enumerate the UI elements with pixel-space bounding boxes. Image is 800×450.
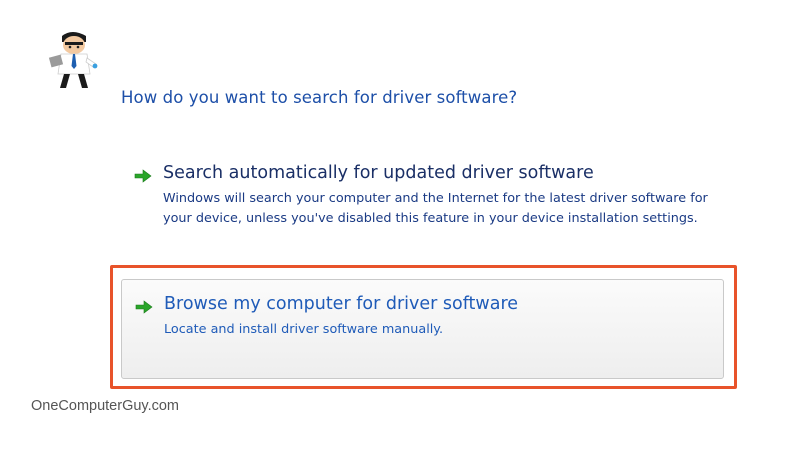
option-description: Windows will search your computer and th… [163,191,708,226]
dialog-question-heading: How do you want to search for driver sof… [121,88,518,107]
green-arrow-icon [135,300,153,314]
browse-my-computer-option[interactable]: Browse my computer for driver software L… [121,279,724,379]
mascot-logo-icon [46,30,102,90]
option-title: Browse my computer for driver software [164,294,519,314]
green-arrow-icon [134,169,152,183]
option-title: Search automatically for updated driver … [163,163,594,183]
computer-guy-mascot-icon [48,32,98,88]
search-automatically-option[interactable]: Search automatically for updated driver … [121,158,724,252]
option-description: Locate and install driver software manua… [164,322,444,337]
watermark: OneComputerGuy.com [31,398,180,414]
